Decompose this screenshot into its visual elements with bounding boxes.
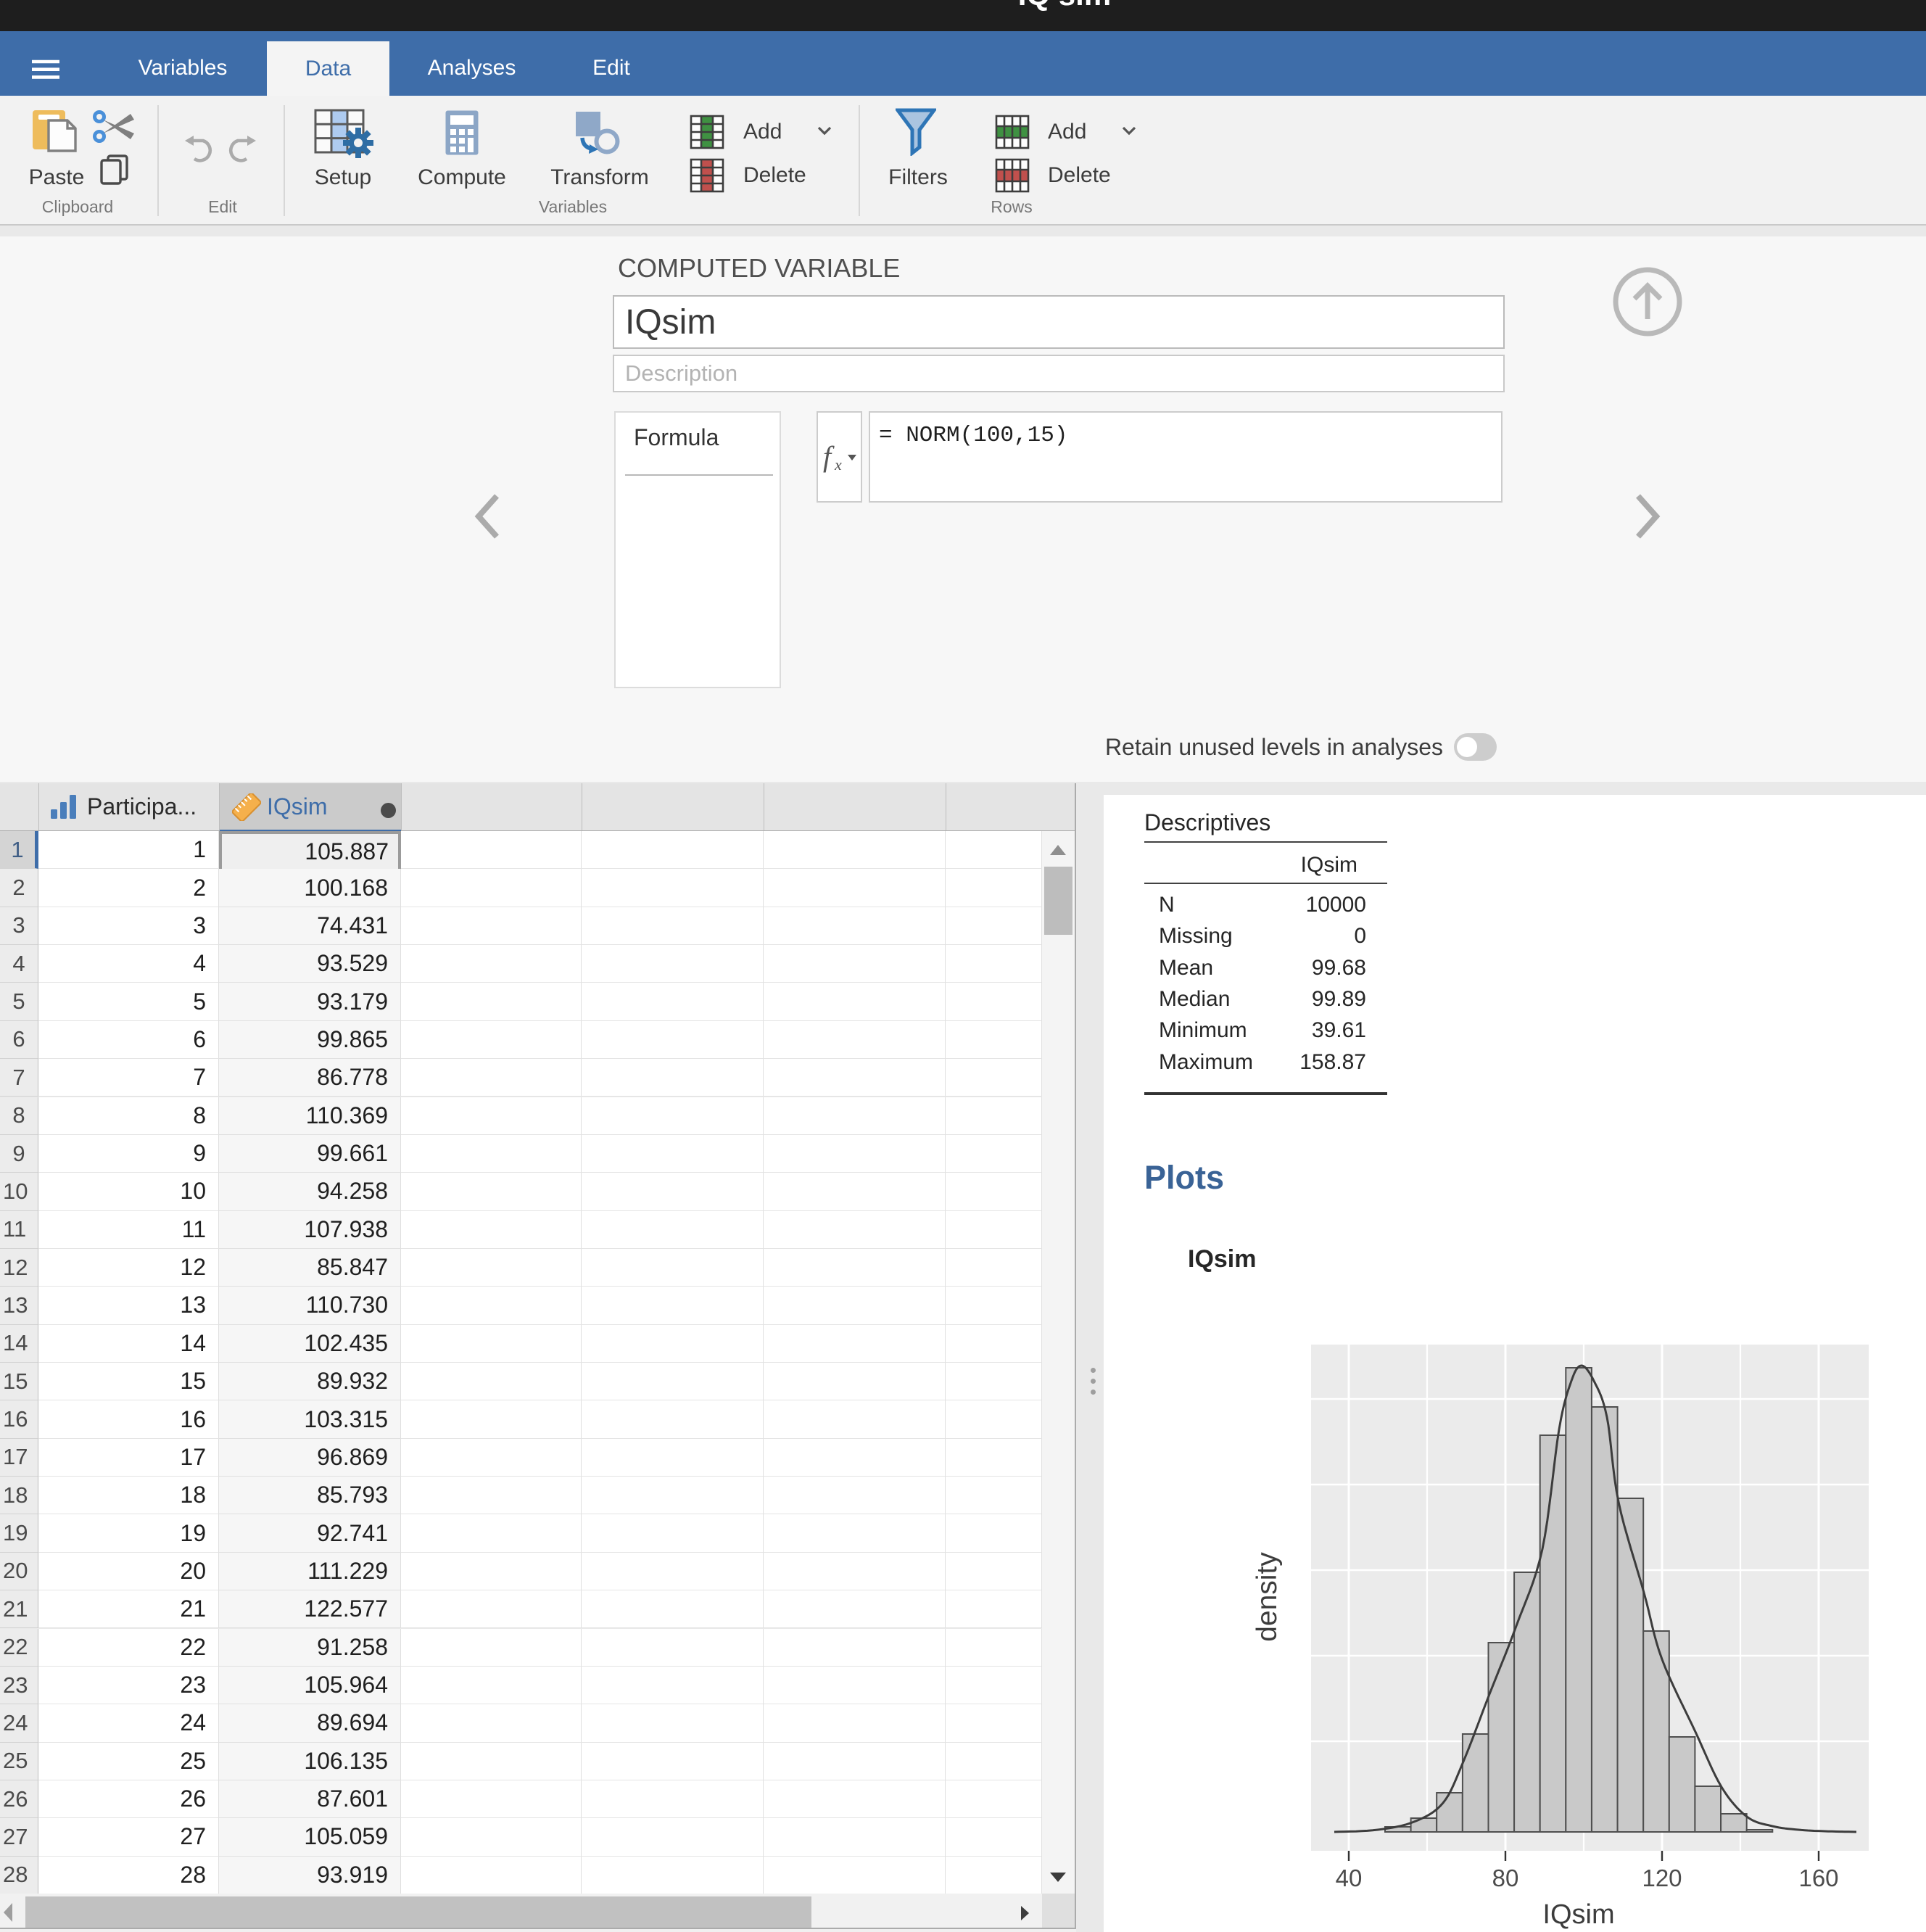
svg-text:IQsim: IQsim <box>1542 1899 1614 1930</box>
svg-text:x: x <box>834 455 842 474</box>
svg-text:80: 80 <box>1492 1865 1519 1891</box>
svg-text:120: 120 <box>1642 1865 1682 1891</box>
svg-text:f: f <box>823 440 835 473</box>
svg-text:40: 40 <box>1336 1865 1363 1891</box>
svg-text:160: 160 <box>1798 1865 1838 1891</box>
svg-text:density: density <box>1252 1552 1283 1642</box>
